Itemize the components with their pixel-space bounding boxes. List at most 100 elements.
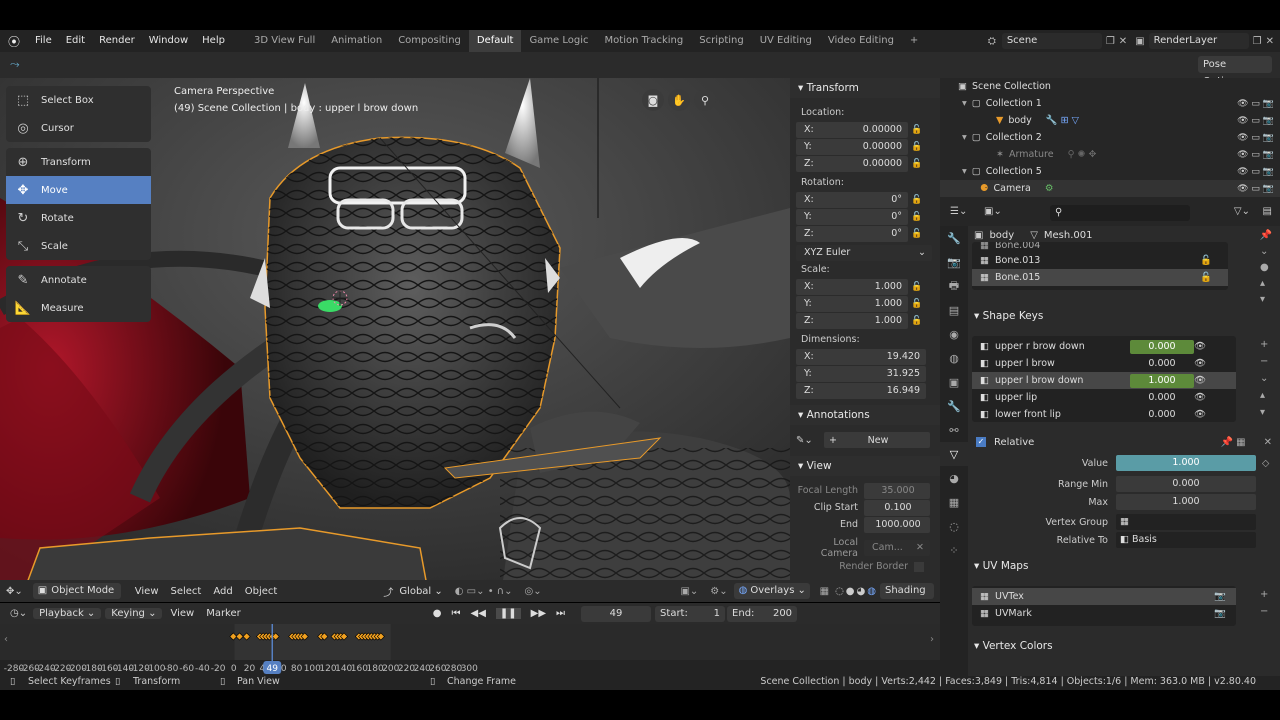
lock-icon[interactable]: 🔓 <box>908 316 926 326</box>
close-scene-icon[interactable]: ✕ <box>1119 36 1127 47</box>
camera-view-icon[interactable]: ◙ <box>642 89 664 111</box>
eye-icon[interactable]: 👁 <box>1194 358 1206 369</box>
tool-annotate[interactable]: ✎ Annotate <box>6 266 151 294</box>
editor-type-icon[interactable]: ☰⌄ <box>950 206 967 217</box>
tab-scripting[interactable]: Scripting <box>691 30 751 52</box>
outliner-camera[interactable]: ⚈ Camera ⚙ 👁 ▭ 📷 <box>940 180 1280 197</box>
tab-uv-editing[interactable]: UV Editing <box>752 30 820 52</box>
range-min-field[interactable]: 0.000 <box>1116 476 1256 492</box>
list-item[interactable]: ◧ lower front lip 0.000 👁 <box>972 406 1236 422</box>
current-frame-field[interactable]: 49 <box>581 605 652 622</box>
shape-key-value[interactable]: 1.000 <box>1130 373 1194 388</box>
properties-search-input[interactable]: ⚲ <box>1050 205 1190 221</box>
visibility-icons[interactable]: 👁 ▭ 📷 <box>1237 116 1274 126</box>
close-icon[interactable]: ✕ <box>1264 437 1272 448</box>
playback-dropdown[interactable]: Playback ⌄ <box>33 608 102 619</box>
shape-key-value[interactable]: 0.000 <box>1130 339 1194 354</box>
tab-world-icon[interactable]: ◍ <box>940 346 968 370</box>
tab-scene-icon[interactable]: ◉ <box>940 322 968 346</box>
outliner-armature[interactable]: ✶ Armature ⚲ ✺ ✥ 👁 ▭ 📷 <box>940 146 1280 163</box>
lock-icon[interactable]: 🔓 <box>908 229 926 239</box>
pose-options-button[interactable]: Pose Options <box>1198 56 1272 87</box>
lock-icon[interactable]: 🔓 <box>908 299 926 309</box>
max-field[interactable]: 1.000 <box>1116 494 1256 510</box>
shading-dropdown[interactable]: Shading ⌄ <box>880 583 934 612</box>
lock-icon[interactable]: 🔓 <box>908 195 926 205</box>
camera-icon[interactable]: 📷 <box>1214 608 1226 619</box>
renderlayer-field[interactable]: RenderLayer <box>1148 33 1249 49</box>
end-frame-field[interactable]: End: 200 <box>727 605 798 622</box>
lock-icon[interactable]: 🔓 <box>1200 255 1212 266</box>
tab-video-editing[interactable]: Video Editing <box>820 30 902 52</box>
list-item[interactable]: ▦ UVMark 📷 <box>972 605 1236 622</box>
rendered-shading-icon[interactable]: ◍ <box>867 586 876 597</box>
mode-dropdown[interactable]: ▣ Object Mode <box>32 583 121 599</box>
list-item[interactable]: ◧ upper r brow down 0.000 👁 <box>972 338 1236 355</box>
location-z-field[interactable]: Z: 0.00000 <box>796 155 908 172</box>
menu-select[interactable]: Select <box>165 586 208 597</box>
breadcrumb-object[interactable]: body <box>989 230 1014 241</box>
pause-icon[interactable]: ❚❚ <box>495 608 521 619</box>
list-item[interactable]: ▦ UVTex 📷 <box>972 588 1236 605</box>
overlays-dropdown[interactable]: ◍ Overlays ⌄ <box>733 583 810 599</box>
visibility-icons[interactable]: 👁 ▭ 📷 <box>1237 184 1274 194</box>
keyframe-diamond-icon[interactable]: ◇ <box>1262 458 1269 469</box>
orientation-dropdown[interactable]: Global ⌄ <box>393 586 448 597</box>
menu-add[interactable]: Add <box>207 586 238 597</box>
dim-x-field[interactable]: X: 19.420 <box>796 348 926 365</box>
eye-icon[interactable]: 👁 <box>1194 409 1206 420</box>
focal-length-field[interactable]: 35.000 <box>864 482 930 499</box>
location-x-field[interactable]: X: 0.00000 <box>796 121 908 138</box>
zoom-icon[interactable]: ⚲ <box>694 89 716 111</box>
clip-start-field[interactable]: 0.100 <box>864 499 930 516</box>
xray-icon[interactable]: ▦ <box>814 586 835 597</box>
copy-layer-icon[interactable]: ❐ <box>1253 36 1262 47</box>
armature-pose-icon[interactable]: ⤳ <box>10 57 20 72</box>
relative-to-field[interactable]: ◧ Basis <box>1116 532 1256 548</box>
tab-view-layer-icon[interactable]: ▤ <box>940 298 968 322</box>
tab-texture-icon[interactable]: ▦ <box>940 490 968 514</box>
list-item[interactable]: ▦ Bone.015 🔓 <box>972 269 1228 286</box>
tool-rotate[interactable]: ↻ Rotate <box>6 204 151 232</box>
jump-end-icon[interactable]: ⏭ <box>556 608 565 619</box>
lock-icon[interactable]: 🔓 <box>908 142 926 152</box>
timeline-menu-view[interactable]: View <box>162 608 202 619</box>
list-item[interactable]: ▦ Bone.004 <box>972 242 1228 252</box>
scale-y-field[interactable]: Y: 1.000 <box>796 295 908 312</box>
tab-motion-tracking[interactable]: Motion Tracking <box>597 30 692 52</box>
eye-icon[interactable]: 👁 <box>1194 375 1206 386</box>
tab-physics-icon[interactable]: ◌ <box>940 514 968 538</box>
pin-icon[interactable]: 📌 <box>1260 230 1272 241</box>
timeline-menu-marker[interactable]: Marker <box>202 608 245 619</box>
add-workspace-icon[interactable]: + <box>902 30 926 52</box>
list-item[interactable]: ◧ upper l brow down 1.000 👁 <box>972 372 1236 389</box>
pencil-icon[interactable]: ✎⌄ <box>796 435 824 446</box>
step-forward-icon[interactable]: ▶▶ <box>531 608 546 619</box>
tool-scale[interactable]: ⤡ Scale <box>6 232 151 260</box>
uv-maps-header[interactable]: ▾ UV Maps <box>968 556 1276 576</box>
transform-panel-header[interactable]: ▾ Transform <box>790 78 940 98</box>
display-mode-icon[interactable]: ▣⌄ <box>984 206 1002 217</box>
eye-icon[interactable]: 👁 <box>1194 341 1206 352</box>
list-item[interactable]: ◧ upper l brow 0.000 👁 <box>972 355 1236 372</box>
camera-icon[interactable]: 📷 <box>1214 591 1226 602</box>
menu-file[interactable]: File <box>28 30 59 52</box>
tab-render-icon[interactable]: 📷 <box>940 250 968 274</box>
outliner-collection-2[interactable]: ▾ ▢ Collection 2 👁 ▭ 📷 <box>940 129 1280 146</box>
tab-constraint-icon[interactable]: ⚯ <box>940 418 968 442</box>
scene-icon[interactable]: ⛭ <box>988 36 996 47</box>
breadcrumb-mesh[interactable]: Mesh.001 <box>1044 230 1093 241</box>
scale-x-field[interactable]: X: 1.000 <box>796 278 908 295</box>
outliner-body[interactable]: ▼ body 🔧 ⊞ ▽ 👁 ▭ 📷 <box>940 112 1280 129</box>
dim-y-field[interactable]: Y: 31.925 <box>796 365 926 382</box>
value-slider[interactable]: 1.000 <box>1116 455 1256 471</box>
tab-animation[interactable]: Animation <box>323 30 390 52</box>
shape-key-value[interactable]: 0.000 <box>1130 358 1194 369</box>
location-y-field[interactable]: Y: 0.00000 <box>796 138 908 155</box>
tab-compositing[interactable]: Compositing <box>390 30 469 52</box>
rotation-z-field[interactable]: Z: 0° <box>796 225 908 242</box>
menu-render[interactable]: Render <box>92 30 142 52</box>
scene-field[interactable]: Scene <box>1001 33 1102 49</box>
view-panel-header[interactable]: ▾ View <box>790 456 940 476</box>
renderlayer-icon[interactable]: ▣ <box>1135 36 1144 47</box>
